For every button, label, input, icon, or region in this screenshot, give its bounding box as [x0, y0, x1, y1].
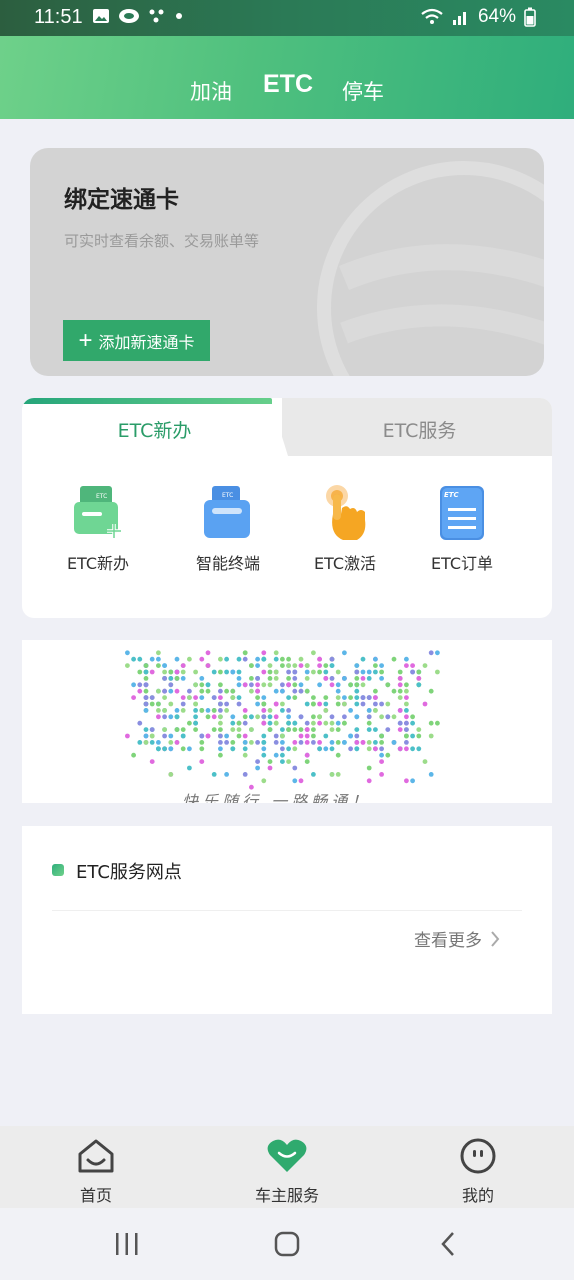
section-marker — [52, 864, 64, 876]
chevron-right-icon — [491, 930, 500, 947]
dot-pattern-image — [125, 650, 440, 790]
promo-banner[interactable]: 快乐随行 一路畅通！ — [22, 640, 552, 803]
tab-etc-new[interactable]: ETC新办 — [22, 416, 287, 443]
service-item-etc-new[interactable]: ETC ETC新办 — [38, 484, 158, 574]
service-item-label: ETC订单 — [430, 554, 494, 573]
bind-card: 绑定速通卡 可实时查看余额、交易账单等 + 添加新速通卡 — [30, 148, 544, 376]
service-item-label: ETC新办 — [66, 554, 130, 573]
dot-icon — [176, 13, 182, 19]
tap-hand-icon — [326, 485, 366, 540]
service-item-smart-terminal[interactable]: ETC 智能终端 — [168, 484, 288, 574]
cloud-icon — [119, 9, 139, 23]
status-bar: 11:51 64% — [0, 0, 574, 36]
add-card-button-label: 添加新速通卡 — [98, 332, 195, 352]
signal-icon — [452, 12, 466, 25]
service-item-etc-activate[interactable]: ETC激活 — [285, 484, 405, 574]
card-watermark-icon — [317, 161, 544, 376]
dots-icon — [149, 9, 164, 23]
bind-card-subtitle: 可实时查看余额、交易账单等 — [64, 232, 260, 250]
nav-mine[interactable]: 我的 — [418, 1138, 538, 1206]
divider — [52, 910, 522, 911]
view-more-label: 查看更多 — [414, 931, 482, 951]
battery-percent: 64% — [477, 6, 516, 27]
svg-text:ETC: ETC — [96, 493, 107, 500]
status-right-group: 64% — [420, 6, 536, 28]
service-item-etc-order[interactable]: ETC ETC订单 — [402, 484, 522, 574]
home-icon — [78, 1139, 114, 1173]
panel-tabs: ETC新办 ETC服务 — [22, 398, 552, 456]
service-points-section: ETC服务网点 查看更多 — [22, 826, 552, 1014]
nav-owner-service-label: 车主服务 — [254, 1186, 319, 1205]
svg-text:ETC: ETC — [222, 492, 233, 499]
service-item-label: 智能终端 — [195, 554, 260, 573]
etc-service-panel: ETC新办 ETC服务 ETC ETC新办 ETC 智能终端 ETC激活 ETC… — [22, 398, 552, 618]
nav-mine-label: 我的 — [461, 1186, 494, 1205]
system-nav-bar — [0, 1208, 574, 1280]
card-add-icon: ETC — [74, 486, 121, 538]
profile-face-icon — [460, 1138, 496, 1174]
tab-parking[interactable]: 停车 — [342, 76, 384, 106]
banner-slogan: 快乐随行 一路畅通！ — [182, 792, 372, 803]
heart-icon — [267, 1139, 307, 1172]
order-clipboard-icon: ETC — [440, 486, 484, 540]
tab-refuel[interactable]: 加油 — [190, 76, 232, 106]
svg-text:ETC: ETC — [444, 491, 460, 499]
terminal-icon: ETC — [204, 486, 250, 538]
nav-home[interactable]: 首页 — [36, 1138, 156, 1206]
status-notification-icons — [92, 8, 184, 24]
service-item-label: ETC激活 — [313, 554, 377, 573]
home-button-icon[interactable] — [274, 1230, 300, 1258]
battery-icon — [524, 7, 536, 27]
wifi-icon — [421, 8, 443, 24]
nav-owner-service[interactable]: 车主服务 — [227, 1138, 347, 1206]
tab-etc-service[interactable]: ETC服务 — [287, 416, 552, 443]
service-points-title: ETC服务网点 — [76, 862, 182, 883]
recent-apps-icon[interactable] — [114, 1230, 140, 1258]
plus-icon: + — [78, 326, 93, 354]
nav-home-label: 首页 — [79, 1186, 112, 1205]
bind-card-title: 绑定速通卡 — [64, 187, 179, 213]
add-card-button[interactable]: + 添加新速通卡 — [63, 320, 210, 361]
top-tabs: 加油 ETC 停车 — [0, 70, 574, 116]
gallery-icon — [93, 9, 109, 23]
back-icon[interactable] — [438, 1230, 458, 1258]
bottom-nav: 首页 车主服务 我的 — [0, 1126, 574, 1208]
status-time: 11:51 — [34, 6, 83, 28]
view-more-link[interactable]: 查看更多 — [414, 926, 500, 951]
tab-etc[interactable]: ETC — [263, 70, 313, 99]
